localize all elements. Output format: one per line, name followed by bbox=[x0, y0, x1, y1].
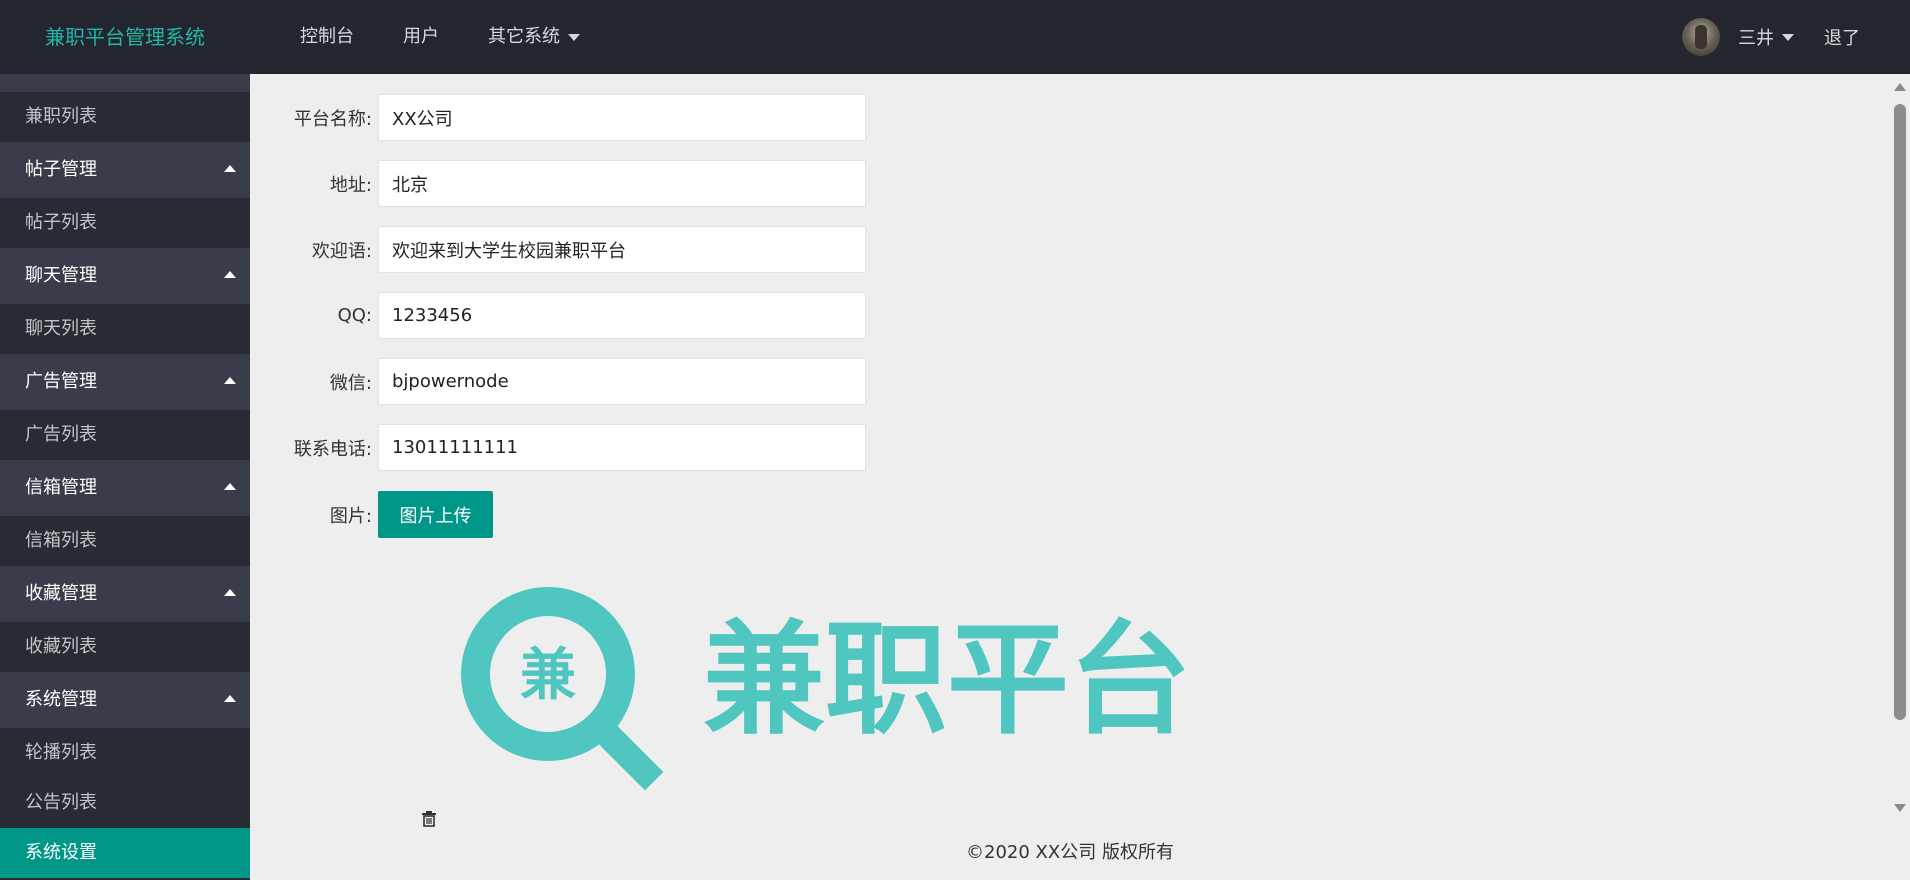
user-area: 三井 退了 bbox=[1682, 0, 1910, 74]
sidebar-group-collapsed-edge bbox=[0, 74, 250, 92]
logo-magnifier-handle bbox=[586, 713, 664, 791]
sidebar-item-mailbox-list[interactable]: 信箱列表 bbox=[0, 516, 250, 566]
sidebar-item-chat-list[interactable]: 聊天列表 bbox=[0, 304, 250, 354]
image-upload-button[interactable]: 图片上传 bbox=[378, 491, 493, 538]
scroll-thumb[interactable] bbox=[1894, 104, 1906, 720]
chevron-up-icon bbox=[224, 377, 236, 384]
sidebar-item-part-time-list[interactable]: 兼职列表 bbox=[0, 92, 250, 142]
sidebar-group-chat[interactable]: 聊天管理 bbox=[0, 248, 250, 304]
sidebar-group-mailbox[interactable]: 信箱管理 bbox=[0, 460, 250, 516]
phone-input[interactable] bbox=[378, 424, 866, 471]
sidebar-item-notice-list[interactable]: 公告列表 bbox=[0, 778, 250, 828]
qq-input[interactable] bbox=[378, 292, 866, 339]
logo-text: 兼职平台 bbox=[703, 609, 1191, 751]
form-row-wechat: 微信: bbox=[250, 358, 866, 405]
nav-users[interactable]: 用户 bbox=[403, 0, 439, 74]
image-label: 图片: bbox=[329, 505, 372, 527]
sidebar: 兼职列表 帖子管理 帖子列表 聊天管理 聊天列表 广告管理 广告列表 信箱管理 … bbox=[0, 74, 250, 880]
form-row-address: 地址: bbox=[250, 160, 866, 207]
platform-name-input[interactable] bbox=[378, 94, 866, 141]
sidebar-group-system[interactable]: 系统管理 bbox=[0, 672, 250, 728]
sidebar-item-system-settings[interactable]: 系统设置 bbox=[0, 828, 250, 878]
top-nav: 控制台 用户 其它系统 bbox=[300, 0, 629, 74]
user-menu[interactable]: 三井 bbox=[1738, 24, 1794, 50]
form-row-image: 图片: 图片上传 bbox=[250, 491, 493, 538]
sidebar-group-posts[interactable]: 帖子管理 bbox=[0, 142, 250, 198]
sidebar-group-label: 信箱管理 bbox=[25, 477, 97, 498]
chevron-up-icon bbox=[224, 165, 236, 172]
qq-label: QQ: bbox=[337, 305, 372, 326]
address-label: 地址: bbox=[329, 174, 372, 196]
scroll-down-icon[interactable] bbox=[1894, 804, 1906, 812]
user-name: 三井 bbox=[1738, 28, 1774, 49]
wechat-input[interactable] bbox=[378, 358, 866, 405]
nav-console[interactable]: 控制台 bbox=[300, 0, 354, 74]
sidebar-group-label: 聊天管理 bbox=[25, 265, 97, 286]
top-header: 兼职平台管理系统 控制台 用户 其它系统 三井 退了 bbox=[0, 0, 1910, 74]
wechat-label: 微信: bbox=[329, 372, 372, 394]
logo-graphic: 兼 兼职平台 bbox=[461, 587, 1191, 791]
sidebar-item-ad-list[interactable]: 广告列表 bbox=[0, 410, 250, 460]
logo-preview-image: 兼 兼职平台 bbox=[440, 572, 1220, 792]
scroll-up-icon[interactable] bbox=[1894, 83, 1906, 91]
form-row-welcome: 欢迎语: bbox=[250, 226, 866, 273]
welcome-input[interactable] bbox=[378, 226, 866, 273]
sidebar-group-label: 广告管理 bbox=[25, 371, 97, 392]
form-row-phone: 联系电话: bbox=[250, 424, 866, 471]
form-row-platform-name: 平台名称: bbox=[250, 94, 866, 141]
sidebar-group-ads[interactable]: 广告管理 bbox=[0, 354, 250, 410]
welcome-label: 欢迎语: bbox=[311, 240, 372, 262]
sidebar-group-label: 帖子管理 bbox=[25, 159, 97, 180]
sidebar-group-label: 系统管理 bbox=[25, 689, 97, 710]
nav-other-systems-label: 其它系统 bbox=[488, 26, 560, 47]
chevron-down-icon bbox=[568, 33, 580, 41]
platform-name-label: 平台名称: bbox=[293, 108, 372, 130]
brand-title[interactable]: 兼职平台管理系统 bbox=[45, 0, 205, 74]
chevron-up-icon bbox=[224, 695, 236, 702]
nav-users-label: 用户 bbox=[403, 26, 439, 47]
phone-label: 联系电话: bbox=[293, 438, 372, 460]
sidebar-group-label: 收藏管理 bbox=[25, 583, 97, 604]
logo-badge-char: 兼 bbox=[520, 643, 576, 708]
chevron-up-icon bbox=[224, 271, 236, 278]
sidebar-item-carousel-list[interactable]: 轮播列表 bbox=[0, 728, 250, 778]
chevron-up-icon bbox=[224, 589, 236, 596]
sidebar-group-favorites[interactable]: 收藏管理 bbox=[0, 566, 250, 622]
trash-icon[interactable] bbox=[420, 810, 438, 828]
form-row-qq: QQ: bbox=[250, 292, 866, 339]
avatar[interactable] bbox=[1682, 18, 1720, 56]
nav-other-systems[interactable]: 其它系统 bbox=[488, 0, 580, 74]
main-content: 平台名称: 地址: 欢迎语: QQ: 微信: 联系电话: 图片: 图片上传 兼 … bbox=[250, 74, 1890, 880]
logout-link[interactable]: 退了 bbox=[1824, 24, 1860, 50]
chevron-up-icon bbox=[224, 483, 236, 490]
footer-copyright: ©2020 XX公司 版权所有 bbox=[966, 842, 1174, 863]
address-input[interactable] bbox=[378, 160, 866, 207]
nav-console-label: 控制台 bbox=[300, 26, 354, 47]
sidebar-item-favorites-list[interactable]: 收藏列表 bbox=[0, 622, 250, 672]
chevron-down-icon bbox=[1782, 33, 1794, 41]
scrollbar[interactable] bbox=[1890, 74, 1910, 880]
sidebar-item-post-list[interactable]: 帖子列表 bbox=[0, 198, 250, 248]
